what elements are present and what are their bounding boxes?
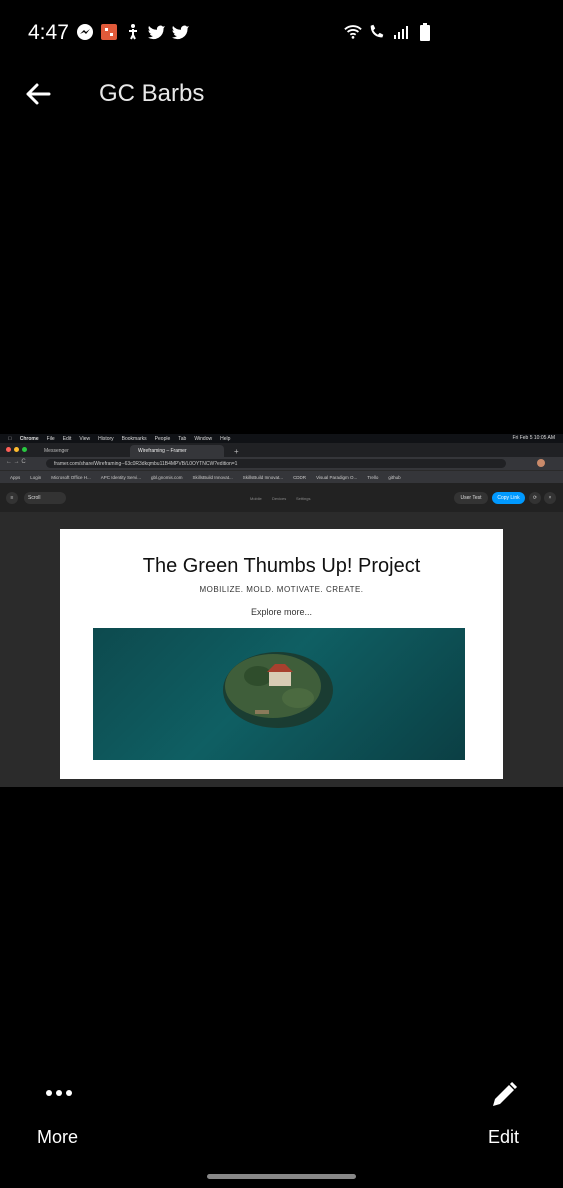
bookmark-item[interactable]: SkillsBuild Innovat... xyxy=(193,475,233,480)
bookmark-item[interactable]: SkillsBuild Innovat... xyxy=(243,475,283,480)
status-time: 4:47 xyxy=(28,21,69,44)
wifi-icon xyxy=(344,23,362,41)
twitter-icon xyxy=(172,23,190,41)
menu-icon[interactable]: ≡ xyxy=(6,492,18,504)
bookmark-item[interactable]: Apps xyxy=(10,475,20,480)
tab-label: Wireframing – Framer xyxy=(138,448,187,454)
mac-menu-item: File xyxy=(42,435,55,442)
bookmark-item[interactable]: Login xyxy=(30,475,41,480)
battery-icon xyxy=(416,23,434,41)
signal-icon xyxy=(392,23,410,41)
mac-menu-item: Chrome xyxy=(16,435,39,442)
tool-mobile[interactable]: Mobile xyxy=(250,496,262,501)
user-test-button[interactable]: User Test xyxy=(454,492,488,504)
nav-arrows-icon[interactable]: ← → C xyxy=(6,459,26,465)
back-arrow-icon xyxy=(26,83,51,105)
status-system-icons xyxy=(344,23,434,41)
bookmarks-bar: Apps Login Microsoft Office H... APC Ide… xyxy=(0,470,563,484)
refresh-icon[interactable]: ⟳ xyxy=(529,492,541,504)
tool-devices[interactable]: Devices xyxy=(272,496,286,501)
bookmark-item[interactable]: APC Identity Servi... xyxy=(101,475,141,480)
home-indicator[interactable] xyxy=(207,1174,356,1179)
close-icon[interactable]: × xyxy=(544,492,556,504)
bookmark-item[interactable]: github xyxy=(388,475,400,480)
framer-toolbar: ≡ Scroll Mobile Devices Settings User Te… xyxy=(0,483,563,512)
apple-icon:  xyxy=(8,436,12,442)
more-button-label[interactable]: More xyxy=(37,1127,78,1148)
copy-link-button[interactable]: Copy Link xyxy=(492,492,525,504)
mac-menu-item: History xyxy=(94,435,114,442)
minimize-window-dot xyxy=(14,447,19,452)
shared-screenshot-image[interactable]:  Chrome File Edit View History Bookmark… xyxy=(0,434,563,787)
browser-address-bar: ← → C framer.com/share/Wireframing--63c0… xyxy=(0,457,563,470)
wifi-calling-icon xyxy=(368,23,386,41)
explore-link[interactable]: Explore more... xyxy=(60,607,503,617)
twitter-icon xyxy=(148,23,166,41)
zoom-window-dot xyxy=(22,447,27,452)
browser-tab[interactable]: Messenger xyxy=(36,445,130,457)
hero-island-image xyxy=(93,628,465,760)
prototype-page: The Green Thumbs Up! Project MOBILIZE. M… xyxy=(60,529,503,779)
mac-clock: Fri Feb 5 10:05 AM xyxy=(512,435,555,441)
mac-menu-item: People xyxy=(150,435,171,442)
browser-tab-active[interactable]: Wireframing – Framer xyxy=(130,445,224,457)
scroll-select-label: Scroll xyxy=(28,495,41,501)
close-window-dot xyxy=(6,447,11,452)
edit-pencil-icon[interactable] xyxy=(489,1080,519,1110)
new-tab-icon[interactable]: + xyxy=(226,445,239,457)
messenger-icon xyxy=(76,23,94,41)
page-title: The Green Thumbs Up! Project xyxy=(142,555,421,577)
mac-menu-item: Tab xyxy=(174,435,186,442)
bookmark-item[interactable]: Visual Paradigm O... xyxy=(316,475,357,480)
scroll-select[interactable]: Scroll xyxy=(24,492,66,504)
edit-button-label[interactable]: Edit xyxy=(488,1127,519,1148)
mac-menu-item: Bookmarks xyxy=(117,435,147,442)
mac-menu-item: View xyxy=(75,435,90,442)
mac-menu-item: Window xyxy=(190,435,212,442)
mac-menu-item: Help xyxy=(216,435,230,442)
more-icon[interactable] xyxy=(45,1086,73,1100)
page-subtitle: MOBILIZE. MOLD. MOTIVATE. CREATE. xyxy=(199,585,364,594)
status-notification-icons xyxy=(76,23,190,41)
mac-menu-item: Edit xyxy=(58,435,72,442)
conversation-title: GC Barbs xyxy=(99,80,205,107)
bookmark-item[interactable]: Trello xyxy=(367,475,378,480)
phone-app-icon xyxy=(100,23,118,41)
url-field[interactable]: framer.com/share/Wireframing--63c0R3dkqm… xyxy=(46,459,506,468)
bookmark-item[interactable]: CDDR xyxy=(293,475,306,480)
accessibility-icon xyxy=(124,23,142,41)
bookmark-item[interactable]: Microsoft Office H... xyxy=(51,475,90,480)
browser-tab-bar: Messenger Wireframing – Framer + xyxy=(0,443,563,457)
tab-label: Messenger xyxy=(44,448,69,454)
back-button[interactable] xyxy=(24,80,52,108)
tool-settings[interactable]: Settings xyxy=(296,496,310,501)
bookmark-item[interactable]: gbl.gnomis.com xyxy=(151,475,183,480)
profile-avatar[interactable] xyxy=(537,459,545,467)
url-text: framer.com/share/Wireframing--63c0R3dkqm… xyxy=(54,460,238,467)
mac-menu-bar:  Chrome File Edit View History Bookmark… xyxy=(0,434,563,443)
